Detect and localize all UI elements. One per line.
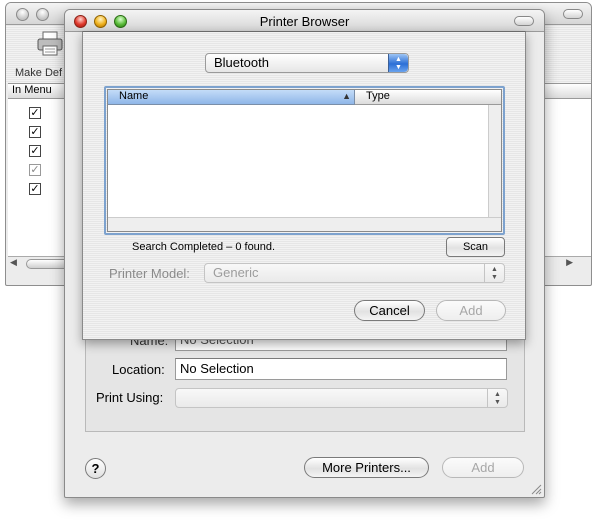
- make-default-label[interactable]: Make Def: [15, 67, 62, 79]
- print-using-label: Print Using:: [96, 390, 164, 405]
- header-right-strip: [541, 84, 591, 99]
- popup-arrows-icon: ▲ ▼: [487, 389, 507, 407]
- in-menu-checkbox[interactable]: ✓: [29, 145, 41, 157]
- printer-model-popup[interactable]: Generic ▲ ▼: [204, 263, 505, 283]
- in-menu-header-label: In Menu: [12, 84, 52, 96]
- printer-table-focus-ring: Name ▲ Type: [104, 86, 505, 235]
- name-column-header[interactable]: Name ▲: [108, 90, 355, 105]
- printer-table[interactable]: Name ▲ Type: [107, 89, 502, 232]
- print-using-popup[interactable]: ▲ ▼: [175, 388, 508, 408]
- printer-model-value: Generic: [213, 265, 259, 280]
- close-icon[interactable]: [16, 8, 29, 21]
- browser-add-button[interactable]: Add: [436, 300, 506, 321]
- location-field[interactable]: No Selection: [175, 358, 507, 380]
- minimize-icon[interactable]: [36, 8, 49, 21]
- header-corner: [488, 90, 501, 105]
- printer-browser-sheet: Bluetooth ▲ ▼ Name ▲ Type Search Complete…: [82, 31, 526, 340]
- popup-arrows-icon: ▲ ▼: [388, 54, 408, 72]
- vertical-scrollbar[interactable]: [488, 105, 501, 218]
- type-column-header[interactable]: Type: [355, 90, 490, 105]
- in-menu-checkbox[interactable]: ✓: [29, 107, 41, 119]
- in-menu-checkbox[interactable]: ✓: [29, 183, 41, 195]
- horizontal-scrollbar[interactable]: [108, 217, 501, 231]
- scroll-left-arrow[interactable]: ◀: [10, 257, 17, 268]
- add-printer-button[interactable]: Add: [442, 457, 524, 478]
- toolbar-toggle-icon[interactable]: [563, 9, 583, 19]
- in-menu-checkbox[interactable]: ✓: [29, 126, 41, 138]
- printer-icon[interactable]: [36, 31, 64, 57]
- scan-button[interactable]: Scan: [446, 237, 505, 257]
- printer-info-group: Name: No Selection Location: No Selectio…: [85, 329, 525, 432]
- printer-model-label: Printer Model:: [109, 266, 190, 281]
- connection-type-popup[interactable]: Bluetooth ▲ ▼: [205, 53, 409, 73]
- in-menu-checkbox[interactable]: ✓: [29, 164, 41, 176]
- in-menu-column-header[interactable]: In Menu: [8, 84, 66, 99]
- connection-type-value: Bluetooth: [214, 55, 269, 70]
- name-column-label: Name: [119, 90, 149, 102]
- scroll-right-arrow[interactable]: ▶: [566, 257, 573, 268]
- sort-triangle-icon: ▲: [342, 91, 351, 101]
- cancel-button[interactable]: Cancel: [354, 300, 425, 321]
- resize-grip-icon[interactable]: [530, 483, 542, 495]
- more-printers-button[interactable]: More Printers...: [304, 457, 429, 478]
- window-title: Printer Browser: [259, 14, 350, 29]
- help-icon: ?: [91, 461, 100, 476]
- help-button[interactable]: ?: [85, 458, 106, 479]
- type-column-label: Type: [366, 90, 390, 102]
- search-status-text: Search Completed – 0 found.: [132, 241, 276, 253]
- popup-arrows-icon: ▲ ▼: [484, 264, 504, 282]
- location-label: Location:: [112, 362, 165, 377]
